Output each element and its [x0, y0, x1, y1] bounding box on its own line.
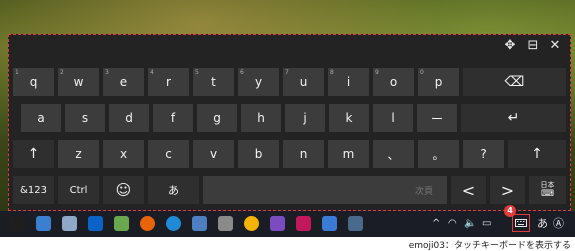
- key-h[interactable]: h: [241, 104, 281, 132]
- key-question[interactable]: ?: [463, 140, 504, 168]
- calculator-icon[interactable]: [218, 216, 233, 231]
- app-icon-pink[interactable]: [296, 216, 311, 231]
- keyboard-icon: [515, 219, 527, 227]
- left-arrow-key[interactable]: <: [451, 176, 486, 204]
- key-u[interactable]: 7u: [283, 68, 324, 96]
- key-label: y: [254, 75, 263, 89]
- start-icon[interactable]: [10, 216, 25, 231]
- ime-indicator[interactable]: あ: [537, 215, 548, 233]
- dock-icon[interactable]: ⊟: [524, 37, 542, 55]
- backspace-key[interactable]: ⌫: [463, 68, 566, 96]
- key-o[interactable]: 9o: [373, 68, 414, 96]
- key-t[interactable]: 5t: [193, 68, 234, 96]
- key-number-hint: 9: [375, 69, 379, 76]
- key-label: r: [166, 75, 171, 89]
- people-app-icon[interactable]: [114, 216, 129, 231]
- space-key[interactable]: 次頁: [203, 176, 447, 204]
- keyboard-icon: ⌨: [541, 189, 554, 199]
- key-comma[interactable]: 、: [373, 140, 414, 168]
- app-icon-steel[interactable]: [348, 216, 363, 231]
- key-v[interactable]: v: [193, 140, 234, 168]
- key-period[interactable]: 。: [418, 140, 459, 168]
- key-k[interactable]: k: [329, 104, 369, 132]
- key-b[interactable]: b: [238, 140, 279, 168]
- key-long-vowel[interactable]: ー: [417, 104, 457, 132]
- emoji-key[interactable]: ☺: [103, 176, 144, 204]
- key-y[interactable]: 6y: [238, 68, 279, 96]
- close-icon[interactable]: ✕: [546, 37, 564, 55]
- volume-icon[interactable]: 🔈: [464, 215, 476, 233]
- key-number-hint: 4: [150, 69, 154, 76]
- wifi-icon[interactable]: ◠: [448, 215, 457, 233]
- key-f[interactable]: f: [153, 104, 193, 132]
- backspace-icon: ⌫: [504, 74, 525, 90]
- ime-label: 日本: [540, 181, 555, 189]
- photos-app-icon[interactable]: [62, 216, 77, 231]
- key-number-hint: 2: [60, 69, 64, 76]
- shift-icon: ↑: [531, 146, 543, 162]
- enter-icon: ↵: [507, 110, 520, 126]
- chrome-icon[interactable]: [244, 216, 259, 231]
- key-number-hint: 5: [195, 69, 199, 76]
- key-a[interactable]: a: [21, 104, 61, 132]
- key-p[interactable]: 0p: [418, 68, 459, 96]
- enter-key[interactable]: ↵: [461, 104, 566, 132]
- shift-left-key[interactable]: ↑: [13, 140, 54, 168]
- key-n[interactable]: n: [283, 140, 324, 168]
- key-label: q: [29, 75, 38, 89]
- shift-right-key[interactable]: ↑: [508, 140, 566, 168]
- weather-app-icon[interactable]: [36, 216, 51, 231]
- key-label: w: [73, 75, 84, 89]
- emoji-icon: ☺: [115, 181, 132, 199]
- figure-caption: emoji03：タッチキーボードを表示する: [408, 241, 571, 251]
- key-number-hint: 6: [240, 69, 244, 76]
- key-number-hint: 3: [105, 69, 109, 76]
- key-q[interactable]: 1q: [13, 68, 54, 96]
- move-icon[interactable]: ✥: [501, 37, 519, 55]
- key-e[interactable]: 3e: [103, 68, 144, 96]
- kana-key[interactable]: あ: [148, 176, 199, 204]
- shift-icon: ↑: [27, 146, 40, 162]
- key-z[interactable]: z: [58, 140, 99, 168]
- key-x[interactable]: x: [103, 140, 144, 168]
- firefox-icon[interactable]: [140, 216, 155, 231]
- touch-keyboard: ✥ ⊟ ✕ 1q 2w 3e 4r 5t 6y 7u 8i 9o 0p ⌫ a …: [8, 34, 571, 211]
- key-number-hint: 0: [420, 69, 424, 76]
- ctrl-key[interactable]: Ctrl: [58, 176, 99, 204]
- key-d[interactable]: d: [109, 104, 149, 132]
- symbols-key[interactable]: &123: [13, 176, 54, 204]
- key-m[interactable]: m: [328, 140, 369, 168]
- touch-keyboard-tray-button[interactable]: [512, 214, 530, 232]
- key-i[interactable]: 8i: [328, 68, 369, 96]
- key-r[interactable]: 4r: [148, 68, 189, 96]
- ime-switch-key[interactable]: 日本 ⌨: [529, 176, 566, 204]
- key-c[interactable]: c: [148, 140, 189, 168]
- paint-app-icon[interactable]: [192, 216, 207, 231]
- edge-icon[interactable]: [166, 216, 181, 231]
- space-key-label: 次頁: [414, 186, 433, 197]
- key-label: e: [119, 75, 128, 89]
- outlook-icon[interactable]: [88, 216, 103, 231]
- app-icon-blue[interactable]: [322, 216, 337, 231]
- key-j[interactable]: j: [285, 104, 325, 132]
- key-g[interactable]: g: [197, 104, 237, 132]
- key-w[interactable]: 2w: [58, 68, 99, 96]
- ime-mode-icon[interactable]: Ⓐ: [553, 215, 564, 233]
- key-label: i: [346, 75, 351, 89]
- key-l[interactable]: l: [373, 104, 413, 132]
- key-number-hint: 8: [330, 69, 334, 76]
- key-label: o: [389, 75, 398, 89]
- key-label: t: [211, 75, 216, 89]
- tray-overflow-chevron[interactable]: ^: [432, 215, 440, 233]
- battery-icon[interactable]: ▭: [482, 215, 491, 233]
- key-number-hint: 7: [285, 69, 289, 76]
- key-label: u: [299, 75, 308, 89]
- key-label: p: [434, 75, 443, 89]
- taskbar: ^ ◠ 🔈 ▭ 4 あ Ⓐ: [0, 205, 575, 237]
- key-s[interactable]: s: [65, 104, 105, 132]
- key-number-hint: 1: [15, 69, 19, 76]
- onenote-icon[interactable]: [270, 216, 285, 231]
- right-arrow-key[interactable]: >: [490, 176, 525, 204]
